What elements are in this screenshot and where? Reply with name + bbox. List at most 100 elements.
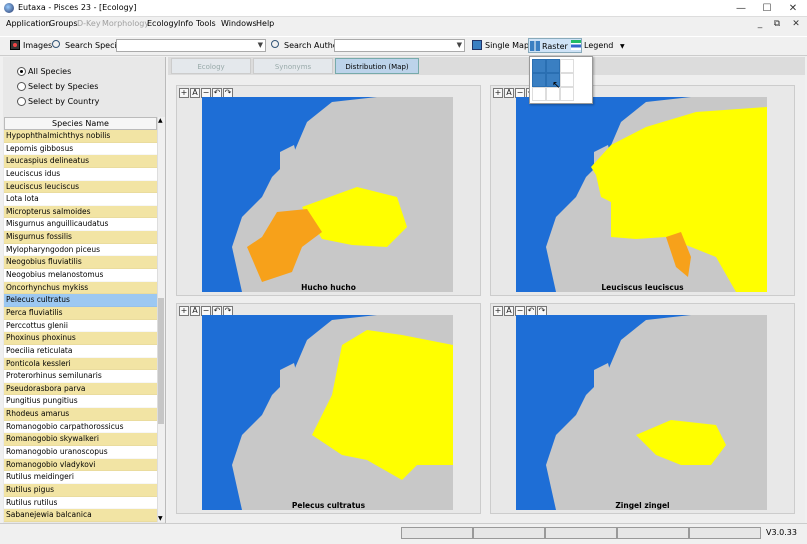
raster-cell[interactable] [532, 59, 546, 73]
chevron-down-icon: ▼ [257, 41, 263, 49]
species-row[interactable]: Misgurnus fossilis [4, 231, 157, 244]
radio-dot[interactable] [17, 97, 26, 106]
species-row[interactable]: Phoxinus phoxinus [4, 332, 157, 345]
minimize-button[interactable]: — [728, 0, 754, 17]
species-row[interactable]: Pungitius pungitius [4, 395, 157, 408]
species-row[interactable]: Rutilus meidingeri [4, 471, 157, 484]
zoom-reset-icon[interactable]: A [190, 306, 200, 316]
mdi-close-button[interactable]: ✕ [789, 19, 803, 31]
species-row[interactable]: Oncorhynchus mykiss [4, 281, 157, 295]
species-row[interactable]: Romanogobio skywalkeri [4, 433, 157, 447]
species-row[interactable]: Micropterus salmoides [4, 205, 157, 219]
raster-cell[interactable] [532, 87, 546, 101]
mdi-minimize-button[interactable]: _ [753, 19, 767, 31]
raster-cell[interactable] [560, 73, 574, 87]
search-author-button[interactable]: Search Author [271, 38, 341, 53]
search-species-button[interactable]: Search Species [52, 38, 126, 53]
legend-button[interactable]: Legend ▼ [571, 38, 625, 53]
menu-d-key[interactable]: D-Key [77, 19, 101, 28]
species-row[interactable]: Mylopharyngodon piceus [4, 244, 157, 257]
species-row[interactable]: Hypophthalmichthys nobilis [4, 130, 157, 143]
search-author-label: Search Author [284, 41, 341, 50]
tab-synonyms[interactable]: Synonyms [253, 58, 333, 74]
species-row[interactable]: Neogobius fluviatilis [4, 256, 157, 270]
species-row[interactable]: Leuciscus idus [4, 168, 157, 181]
species-list-header[interactable]: Species Name [4, 117, 157, 130]
zoom-in-icon[interactable]: + [493, 88, 503, 98]
search-icon [52, 40, 60, 48]
species-row[interactable]: Poecilia reticulata [4, 345, 157, 358]
species-row[interactable]: Rutilus pigus [4, 483, 157, 497]
menu-help[interactable]: Help [256, 19, 274, 28]
map-panel-3-body: + A − ↶ ↷ Pelecus cultratus [176, 303, 481, 514]
tab-distribution-map[interactable]: Distribution (Map) [335, 58, 419, 74]
species-row[interactable]: Perccottus glenii [4, 320, 157, 333]
maximize-button[interactable]: ☐ [754, 0, 780, 17]
species-row[interactable]: Sabanejewia balcanica [4, 509, 157, 522]
species-row[interactable]: Pelecus cultratus [4, 294, 157, 307]
images-button[interactable]: Images [10, 38, 52, 53]
species-row[interactable]: Proterorhinus semilunaris [4, 370, 157, 383]
map-caption: Leuciscus leuciscus [601, 283, 684, 292]
menu-morphology[interactable]: Morphology [102, 19, 149, 28]
species-list[interactable]: Hypophthalmichthys nobilis Lepomis gibbos… [4, 130, 157, 522]
species-row[interactable]: Romanogobio vladykovi [4, 458, 157, 472]
zoom-reset-icon[interactable]: A [504, 88, 514, 98]
species-combo[interactable]: ▼ [116, 39, 266, 52]
single-map-icon [472, 40, 482, 50]
menu-ecology[interactable]: Ecology [147, 19, 178, 28]
distribution-map[interactable] [202, 315, 453, 510]
species-row[interactable]: Romanogobio carpathorossicus [4, 421, 157, 434]
images-icon [10, 40, 20, 50]
species-row[interactable]: Rhodeus amarus [4, 408, 157, 421]
species-row[interactable]: Pseudorasbora parva [4, 382, 157, 396]
zoom-in-icon[interactable]: + [179, 306, 189, 316]
raster-cell[interactable] [560, 87, 574, 101]
raster-cell[interactable] [532, 73, 546, 87]
menu-groups[interactable]: Groups [49, 19, 78, 28]
zoom-reset-icon[interactable]: A [504, 306, 514, 316]
species-row[interactable]: Misgurnus anguillicaudatus [4, 218, 157, 231]
radio-dot[interactable] [17, 67, 26, 76]
map-caption: Pelecus cultratus [291, 501, 366, 510]
distribution-map[interactable] [516, 315, 767, 510]
radio-dot[interactable] [17, 82, 26, 91]
menu-application[interactable]: Application [6, 19, 51, 28]
menu-windows[interactable]: Windows [221, 19, 257, 28]
species-row[interactable]: Neogobius melanostomus [4, 269, 157, 282]
raster-label: Raster [542, 42, 568, 51]
zoom-in-icon[interactable]: + [493, 306, 503, 316]
scroll-up-icon[interactable]: ▲ [158, 117, 163, 124]
author-combo[interactable]: ▼ [334, 39, 465, 52]
menu-tools[interactable]: Tools [196, 19, 216, 28]
zoom-reset-icon[interactable]: A [190, 88, 200, 98]
scroll-down-icon[interactable]: ▼ [158, 515, 163, 522]
raster-cell[interactable] [560, 59, 574, 73]
tab-ecology[interactable]: Ecology [171, 58, 251, 74]
species-row[interactable]: Perca fluviatilis [4, 306, 157, 320]
close-button[interactable]: ✕ [780, 0, 806, 17]
mdi-restore-button[interactable]: ⧉ [770, 19, 784, 31]
species-row[interactable]: Leuciscus leuciscus [4, 180, 157, 194]
zoom-in-icon[interactable]: + [179, 88, 189, 98]
map-panel-1-body: + A − ↶ ↷ Hucho hucho [176, 85, 481, 296]
status-cell [545, 527, 617, 539]
species-row[interactable]: Lota lota [4, 193, 157, 206]
species-row[interactable]: Lepomis gibbosus [4, 143, 157, 156]
menu-info[interactable]: Info [178, 19, 193, 28]
mouse-cursor-icon: ↖ [552, 80, 561, 91]
app-icon[interactable] [4, 3, 14, 13]
scrollbar-thumb[interactable] [158, 298, 164, 424]
map-grid: +A−↶↷ Hucho hucho+A−↶↷ Leuciscus leucisc… [168, 75, 805, 523]
map-panel-2-body: +A−↶↷ Leuciscus leuciscus [490, 85, 795, 296]
species-row[interactable]: Romanogobio uranoscopus [4, 446, 157, 459]
distribution-map[interactable] [202, 97, 453, 292]
species-row[interactable]: Ponticola kessleri [4, 357, 157, 371]
species-row[interactable]: Rutilus rutilus [4, 497, 157, 510]
distribution-map[interactable] [516, 97, 767, 292]
map-panel-4-body: + A − ↶ ↷ Zingel zingel [490, 303, 795, 514]
raster-cell[interactable] [546, 59, 560, 73]
single-map-button[interactable]: Single Map [472, 38, 529, 53]
legend-label: Legend [584, 41, 614, 50]
species-row[interactable]: Leucaspius delineatus [4, 155, 157, 168]
